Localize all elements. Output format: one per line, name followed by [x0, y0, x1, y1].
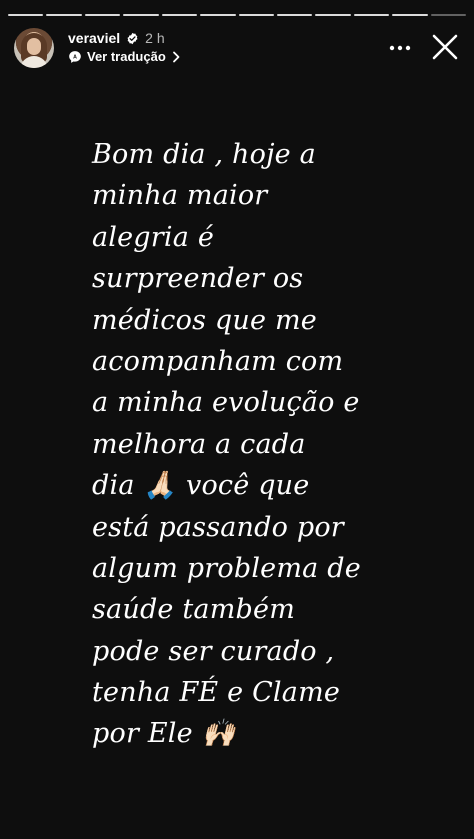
story-text-line: dia 🙏🏻 você que: [92, 470, 310, 502]
progress-segment: [238, 14, 274, 16]
story-viewer[interactable]: veraviel 2 h A Ver tradução Bom dia , ho…: [0, 0, 474, 839]
progress-segment: [46, 14, 82, 16]
translate-button[interactable]: A Ver tradução: [68, 49, 181, 64]
story-text-line: alegria é: [92, 221, 214, 253]
progress-segment: [84, 14, 121, 16]
story-text-line: algum problema de: [92, 552, 361, 584]
story-text-line: surpreender os: [92, 263, 304, 295]
story-progress-bar: [8, 14, 467, 16]
verified-badge-icon: [126, 32, 139, 45]
translate-label: Ver tradução: [87, 49, 166, 64]
progress-segment: [161, 14, 198, 16]
post-time: 2 h: [145, 30, 165, 46]
story-text-line: acompanham com: [92, 345, 344, 377]
story-text-line: médicos que me: [92, 304, 317, 336]
username[interactable]: veraviel: [68, 30, 120, 46]
close-icon[interactable]: [430, 32, 460, 62]
story-text: Bom dia , hoje a minha maior alegria é s…: [92, 134, 432, 755]
progress-segment: [8, 14, 44, 16]
progress-segment: [315, 14, 351, 16]
story-text-line: pode ser curado ,: [92, 635, 335, 667]
progress-segment: [123, 14, 159, 16]
progress-segment: [392, 14, 428, 16]
avatar-face: [27, 38, 41, 55]
story-text-line: melhora a cada: [92, 428, 306, 460]
more-dots-icon[interactable]: [388, 38, 412, 58]
progress-segment: [353, 14, 390, 16]
progress-segment: [200, 14, 236, 16]
story-text-line: Bom dia , hoje a: [92, 139, 316, 170]
story-text-line: tenha FÉ e Clame: [92, 677, 341, 709]
story-text-line: está passando por: [92, 511, 344, 543]
username-row: veraviel 2 h: [68, 30, 165, 46]
story-text-line: minha maior: [92, 180, 268, 212]
story-header: veraviel 2 h A Ver tradução: [14, 28, 460, 68]
progress-segment: [276, 14, 313, 16]
svg-text:A: A: [73, 54, 77, 60]
chevron-right-icon: [172, 51, 181, 63]
avatar[interactable]: [14, 28, 54, 68]
story-text-line: por Ele 🙌🏻: [92, 718, 236, 750]
story-text-line: a minha evolução e: [92, 387, 360, 419]
story-text-line: saúde também: [92, 594, 296, 626]
progress-segment-current: [430, 14, 467, 16]
translate-icon: A: [68, 50, 82, 64]
